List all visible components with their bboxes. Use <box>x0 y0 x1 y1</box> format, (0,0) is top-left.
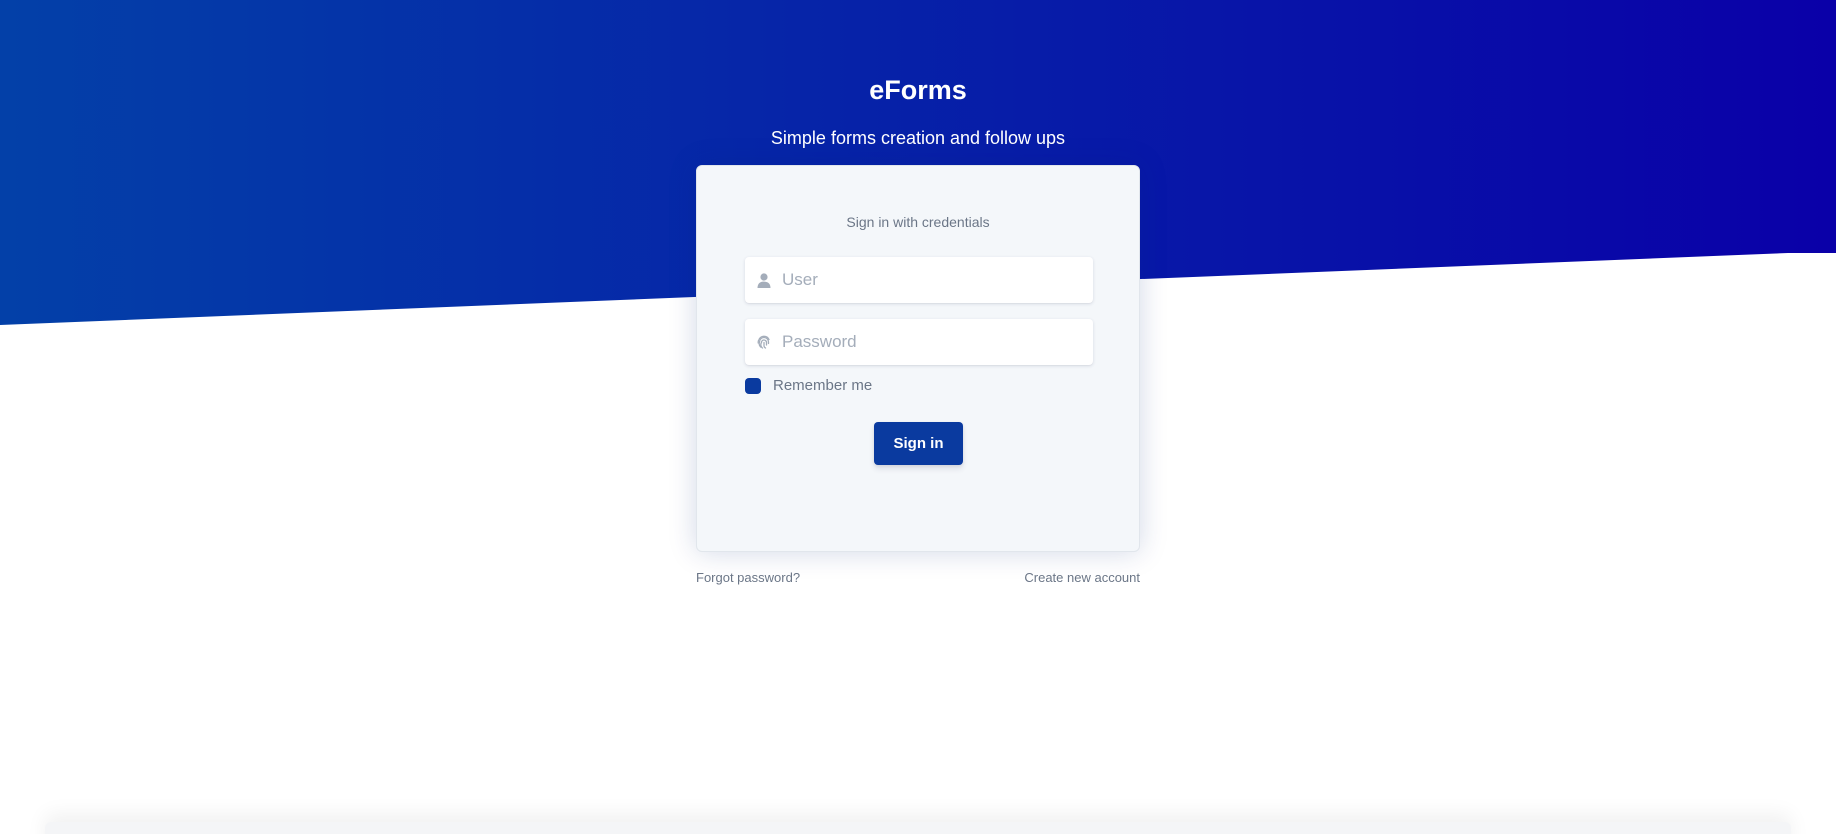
app-title: eForms <box>869 75 967 105</box>
create-account-link[interactable]: Create new account <box>1024 570 1140 585</box>
login-page: eForms Simple forms creation and follow … <box>0 0 1836 834</box>
sign-in-button[interactable]: Sign in <box>874 422 963 465</box>
forgot-password-link[interactable]: Forgot password? <box>696 570 800 585</box>
user-field[interactable] <box>745 257 1093 303</box>
login-card: Sign in with credentials User Remember m… <box>696 165 1140 552</box>
hero-header: eForms Simple forms creation and follow … <box>0 70 1836 150</box>
user-icon <box>756 272 772 288</box>
user-input[interactable] <box>782 260 1082 300</box>
password-input[interactable] <box>782 322 1082 362</box>
remember-checkbox[interactable] <box>745 377 761 394</box>
fingerprint-icon <box>756 334 772 350</box>
auth-links: Forgot password? Create new account <box>696 570 1140 585</box>
footer-panel <box>45 822 1791 834</box>
password-field[interactable] <box>745 319 1093 365</box>
login-heading: Sign in with credentials <box>846 214 990 230</box>
remember-label[interactable]: Remember me <box>773 377 872 394</box>
app-subtitle: Simple forms creation and follow ups <box>770 128 1066 148</box>
remember-me[interactable]: Remember me <box>745 377 872 394</box>
